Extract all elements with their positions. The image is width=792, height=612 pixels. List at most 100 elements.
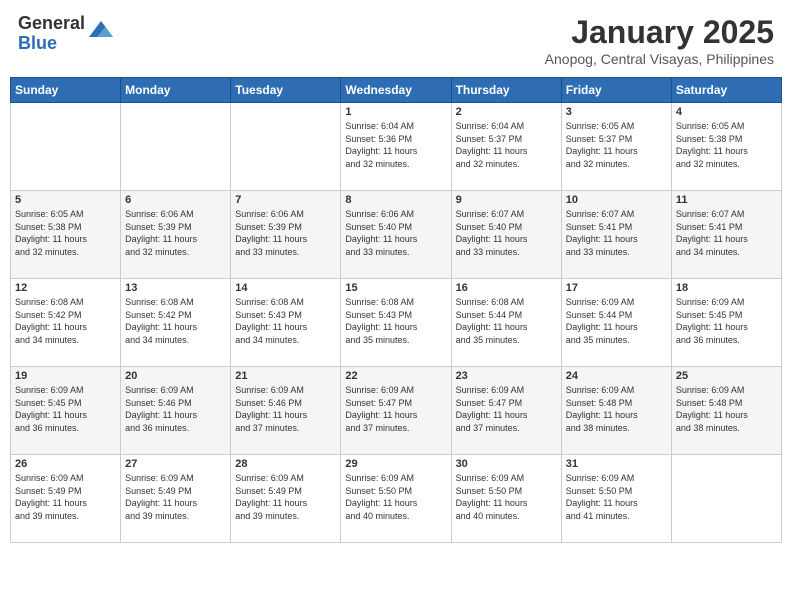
day-number: 18 <box>676 282 777 294</box>
day-info: Sunrise: 6:07 AM Sunset: 5:41 PM Dayligh… <box>676 208 777 258</box>
day-number: 16 <box>456 282 557 294</box>
day-number: 20 <box>125 370 226 382</box>
calendar-cell: 3 Sunrise: 6:05 AM Sunset: 5:37 PM Daylig… <box>561 103 671 191</box>
day-info: Sunrise: 6:05 AM Sunset: 5:38 PM Dayligh… <box>15 208 116 258</box>
calendar-cell: 14 Sunrise: 6:08 AM Sunset: 5:43 PM Dayli… <box>231 279 341 367</box>
calendar-cell <box>121 103 231 191</box>
weekday-wednesday: Wednesday <box>341 78 451 103</box>
day-info: Sunrise: 6:09 AM Sunset: 5:47 PM Dayligh… <box>345 384 446 434</box>
day-info: Sunrise: 6:07 AM Sunset: 5:40 PM Dayligh… <box>456 208 557 258</box>
week-row-2: 5Sunrise: 6:05 AM Sunset: 5:38 PM Daylig… <box>11 191 782 279</box>
calendar-cell: 8Sunrise: 6:06 AM Sunset: 5:40 PM Daylig… <box>341 191 451 279</box>
title-block: January 2025 Anopog, Central Visayas, Ph… <box>545 14 774 67</box>
day-info: Sunrise: 6:07 AM Sunset: 5:41 PM Dayligh… <box>566 208 667 258</box>
calendar-cell: 12 Sunrise: 6:08 AM Sunset: 5:42 PM Dayli… <box>11 279 121 367</box>
day-number: 26 <box>15 458 116 470</box>
calendar-cell: 19Sunrise: 6:09 AM Sunset: 5:45 PM Dayli… <box>11 367 121 455</box>
weekday-sunday: Sunday <box>11 78 121 103</box>
calendar-cell: 17Sunrise: 6:09 AM Sunset: 5:44 PM Dayli… <box>561 279 671 367</box>
day-info: Sunrise: 6:06 AM Sunset: 5:40 PM Dayligh… <box>345 208 446 258</box>
month-title: January 2025 <box>545 14 774 51</box>
day-number: 3 <box>566 106 667 118</box>
calendar-cell: 2 Sunrise: 6:04 AM Sunset: 5:37 PM Daylig… <box>451 103 561 191</box>
day-info: Sunrise: 6:09 AM Sunset: 5:47 PM Dayligh… <box>456 384 557 434</box>
weekday-friday: Friday <box>561 78 671 103</box>
day-number: 31 <box>566 458 667 470</box>
header: General Blue January 2025 Anopog, Centra… <box>10 10 782 71</box>
day-info: Sunrise: 6:05 AM Sunset: 5:38 PM Dayligh… <box>676 120 777 170</box>
day-info: Sunrise: 6:06 AM Sunset: 5:39 PM Dayligh… <box>125 208 226 258</box>
day-info: Sunrise: 6:09 AM Sunset: 5:50 PM Dayligh… <box>566 472 667 522</box>
day-number: 11 <box>676 194 777 206</box>
calendar-cell: 23Sunrise: 6:09 AM Sunset: 5:47 PM Dayli… <box>451 367 561 455</box>
calendar-cell: 11 Sunrise: 6:07 AM Sunset: 5:41 PM Dayli… <box>671 191 781 279</box>
calendar-cell <box>671 455 781 543</box>
day-info: Sunrise: 6:09 AM Sunset: 5:50 PM Dayligh… <box>345 472 446 522</box>
calendar-body: 1 Sunrise: 6:04 AM Sunset: 5:36 PM Daylig… <box>11 103 782 543</box>
day-info: Sunrise: 6:05 AM Sunset: 5:37 PM Dayligh… <box>566 120 667 170</box>
week-row-3: 12 Sunrise: 6:08 AM Sunset: 5:42 PM Dayli… <box>11 279 782 367</box>
day-info: Sunrise: 6:09 AM Sunset: 5:45 PM Dayligh… <box>676 296 777 346</box>
calendar-cell: 18 Sunrise: 6:09 AM Sunset: 5:45 PM Dayli… <box>671 279 781 367</box>
day-info: Sunrise: 6:08 AM Sunset: 5:43 PM Dayligh… <box>235 296 336 346</box>
calendar-cell: 20Sunrise: 6:09 AM Sunset: 5:46 PM Dayli… <box>121 367 231 455</box>
day-number: 27 <box>125 458 226 470</box>
calendar-cell: 5Sunrise: 6:05 AM Sunset: 5:38 PM Daylig… <box>11 191 121 279</box>
day-number: 1 <box>345 106 446 118</box>
day-info: Sunrise: 6:09 AM Sunset: 5:49 PM Dayligh… <box>125 472 226 522</box>
calendar-cell: 1 Sunrise: 6:04 AM Sunset: 5:36 PM Daylig… <box>341 103 451 191</box>
logo-icon <box>89 17 113 41</box>
calendar-cell: 22 Sunrise: 6:09 AM Sunset: 5:47 PM Dayli… <box>341 367 451 455</box>
calendar-cell: 24Sunrise: 6:09 AM Sunset: 5:48 PM Dayli… <box>561 367 671 455</box>
day-number: 6 <box>125 194 226 206</box>
calendar-cell: 6 Sunrise: 6:06 AM Sunset: 5:39 PM Daylig… <box>121 191 231 279</box>
calendar-cell <box>231 103 341 191</box>
calendar-cell: 27 Sunrise: 6:09 AM Sunset: 5:49 PM Dayli… <box>121 455 231 543</box>
calendar: SundayMondayTuesdayWednesdayThursdayFrid… <box>10 77 782 543</box>
calendar-cell: 4 Sunrise: 6:05 AM Sunset: 5:38 PM Daylig… <box>671 103 781 191</box>
calendar-cell: 9Sunrise: 6:07 AM Sunset: 5:40 PM Daylig… <box>451 191 561 279</box>
day-number: 24 <box>566 370 667 382</box>
day-number: 10 <box>566 194 667 206</box>
day-info: Sunrise: 6:08 AM Sunset: 5:44 PM Dayligh… <box>456 296 557 346</box>
day-info: Sunrise: 6:09 AM Sunset: 5:48 PM Dayligh… <box>676 384 777 434</box>
week-row-5: 26 Sunrise: 6:09 AM Sunset: 5:49 PM Dayli… <box>11 455 782 543</box>
day-info: Sunrise: 6:09 AM Sunset: 5:46 PM Dayligh… <box>235 384 336 434</box>
day-number: 22 <box>345 370 446 382</box>
calendar-cell: 13 Sunrise: 6:08 AM Sunset: 5:42 PM Dayli… <box>121 279 231 367</box>
day-info: Sunrise: 6:08 AM Sunset: 5:42 PM Dayligh… <box>15 296 116 346</box>
day-number: 21 <box>235 370 336 382</box>
week-row-1: 1 Sunrise: 6:04 AM Sunset: 5:36 PM Daylig… <box>11 103 782 191</box>
calendar-cell: 10 Sunrise: 6:07 AM Sunset: 5:41 PM Dayli… <box>561 191 671 279</box>
day-info: Sunrise: 6:04 AM Sunset: 5:36 PM Dayligh… <box>345 120 446 170</box>
calendar-cell: 15Sunrise: 6:08 AM Sunset: 5:43 PM Dayli… <box>341 279 451 367</box>
day-info: Sunrise: 6:09 AM Sunset: 5:44 PM Dayligh… <box>566 296 667 346</box>
logo-text: General Blue <box>18 14 85 54</box>
day-number: 19 <box>15 370 116 382</box>
day-number: 30 <box>456 458 557 470</box>
day-number: 2 <box>456 106 557 118</box>
day-number: 7 <box>235 194 336 206</box>
day-info: Sunrise: 6:08 AM Sunset: 5:43 PM Dayligh… <box>345 296 446 346</box>
calendar-cell: 26 Sunrise: 6:09 AM Sunset: 5:49 PM Dayli… <box>11 455 121 543</box>
day-info: Sunrise: 6:08 AM Sunset: 5:42 PM Dayligh… <box>125 296 226 346</box>
day-info: Sunrise: 6:04 AM Sunset: 5:37 PM Dayligh… <box>456 120 557 170</box>
logo: General Blue <box>18 14 113 54</box>
day-info: Sunrise: 6:09 AM Sunset: 5:49 PM Dayligh… <box>235 472 336 522</box>
day-number: 4 <box>676 106 777 118</box>
location: Anopog, Central Visayas, Philippines <box>545 51 774 67</box>
calendar-cell: 7Sunrise: 6:06 AM Sunset: 5:39 PM Daylig… <box>231 191 341 279</box>
calendar-cell: 16 Sunrise: 6:08 AM Sunset: 5:44 PM Dayli… <box>451 279 561 367</box>
weekday-thursday: Thursday <box>451 78 561 103</box>
day-info: Sunrise: 6:09 AM Sunset: 5:49 PM Dayligh… <box>15 472 116 522</box>
weekday-saturday: Saturday <box>671 78 781 103</box>
day-number: 12 <box>15 282 116 294</box>
weekday-monday: Monday <box>121 78 231 103</box>
day-number: 28 <box>235 458 336 470</box>
week-row-4: 19Sunrise: 6:09 AM Sunset: 5:45 PM Dayli… <box>11 367 782 455</box>
day-number: 25 <box>676 370 777 382</box>
day-info: Sunrise: 6:09 AM Sunset: 5:50 PM Dayligh… <box>456 472 557 522</box>
day-number: 13 <box>125 282 226 294</box>
day-number: 29 <box>345 458 446 470</box>
day-number: 14 <box>235 282 336 294</box>
